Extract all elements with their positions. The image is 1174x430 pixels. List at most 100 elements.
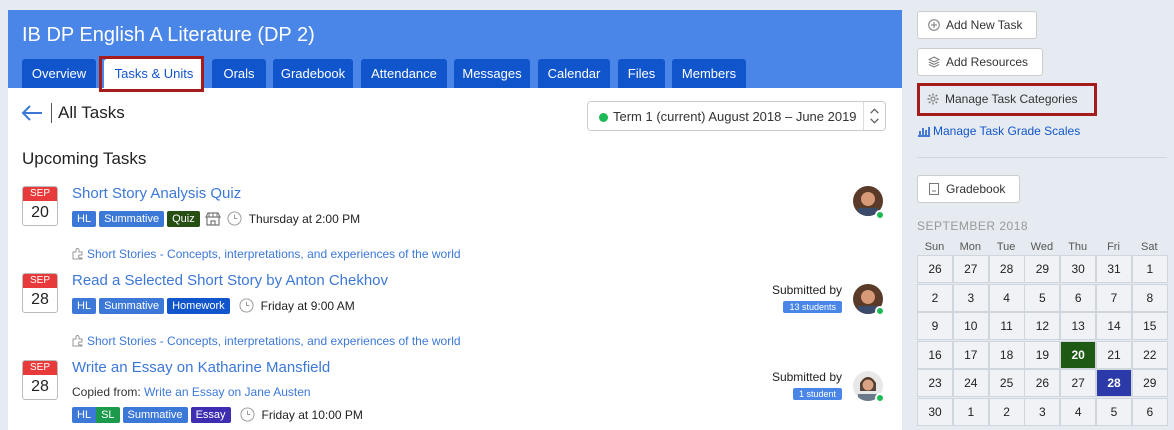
- calendar-day[interactable]: 26: [917, 255, 953, 283]
- task-unit-link[interactable]: Short Stories - Concepts, interpretation…: [72, 247, 461, 261]
- puzzle-icon: [72, 335, 83, 347]
- calendar-weekday: Tue: [996, 241, 1016, 253]
- bar-chart-icon: [918, 127, 930, 137]
- back-arrow-icon[interactable]: [21, 105, 43, 121]
- badge-hl: HL: [72, 297, 97, 314]
- calendar-day[interactable]: 30: [917, 398, 953, 426]
- calendar-day[interactable]: 3: [1024, 398, 1061, 426]
- calendar-day[interactable]: 4: [988, 283, 1025, 312]
- add-new-task-button[interactable]: Add New Task: [917, 11, 1037, 39]
- calendar-day[interactable]: 22: [1131, 340, 1168, 369]
- manage-grade-scales-link[interactable]: Manage Task Grade Scales: [917, 124, 1080, 138]
- badge-essay: Essay: [190, 406, 231, 423]
- course-card: IB DP English A Literature (DP 2) Overvi…: [8, 10, 902, 430]
- task-title-link[interactable]: Read a Selected Short Story by Anton Che…: [72, 272, 388, 289]
- calendar-day[interactable]: 12: [1024, 312, 1061, 341]
- calendar-day[interactable]: 14: [1096, 312, 1132, 341]
- tab-tasks-units[interactable]: Tasks & Units: [104, 59, 204, 88]
- tab-messages[interactable]: Messages: [454, 59, 530, 88]
- calendar-day[interactable]: 17: [952, 340, 989, 369]
- calendar-day[interactable]: 3: [952, 283, 989, 312]
- calendar-day[interactable]: 2: [917, 283, 953, 312]
- online-status-dot: [875, 393, 885, 403]
- gradebook-button[interactable]: Gradebook: [917, 175, 1020, 203]
- calendar-day[interactable]: 4: [1060, 398, 1097, 426]
- task-unit-label: Short Stories - Concepts, interpretation…: [87, 247, 461, 261]
- calendar-day[interactable]: 26: [1024, 369, 1061, 398]
- task-date-month: SEP: [23, 361, 57, 375]
- calendar-day[interactable]: 18: [988, 340, 1025, 369]
- calendar-day[interactable]: 1: [1131, 255, 1168, 283]
- clock-icon: [240, 407, 255, 422]
- task-date: SEP 20: [22, 186, 58, 226]
- add-new-task-label: Add New Task: [946, 18, 1023, 32]
- manage-task-categories-label: Manage Task Categories: [945, 92, 1078, 106]
- calendar-day[interactable]: 21: [1096, 340, 1132, 369]
- submitted-count-badge[interactable]: 13 students: [783, 301, 842, 313]
- gradebook-label: Gradebook: [946, 182, 1006, 196]
- add-resources-button[interactable]: Add Resources: [917, 48, 1043, 76]
- calendar-weekday: Mon: [959, 241, 981, 253]
- calendar-day[interactable]: 30: [1060, 255, 1097, 283]
- tab-orals[interactable]: Orals: [212, 59, 266, 88]
- calendar-day[interactable]: 10: [952, 312, 989, 341]
- store-icon: [204, 211, 221, 226]
- calendar-day[interactable]: 6: [1131, 398, 1168, 426]
- calendar-day[interactable]: 16: [917, 340, 953, 369]
- calendar-day[interactable]: 28: [988, 255, 1025, 283]
- tab-overview[interactable]: Overview: [22, 59, 96, 88]
- term-select[interactable]: Term 1 (current) August 2018 – June 2019: [587, 101, 886, 131]
- calendar-day[interactable]: 25: [988, 369, 1025, 398]
- calendar-day[interactable]: 20: [1060, 340, 1097, 369]
- badge-hl: HL: [72, 210, 97, 227]
- task-date-month: SEP: [23, 187, 57, 201]
- badge-summative: Summative: [99, 297, 165, 314]
- calendar-day[interactable]: 24: [952, 369, 989, 398]
- calendar-day[interactable]: 7: [1096, 283, 1132, 312]
- calendar-day[interactable]: 9: [917, 312, 953, 341]
- task-unit-link[interactable]: Short Stories - Concepts, interpretation…: [72, 334, 461, 348]
- calendar-day[interactable]: 19: [1024, 340, 1061, 369]
- tab-attendance[interactable]: Attendance: [361, 59, 447, 88]
- calendar-weekday: Thu: [1068, 241, 1088, 253]
- calendar-day[interactable]: 29: [1024, 255, 1061, 283]
- calendar-day[interactable]: 5: [1024, 283, 1061, 312]
- calendar-day[interactable]: 28: [1096, 369, 1132, 398]
- calendar-day[interactable]: 29: [1131, 369, 1168, 398]
- manage-task-categories-button[interactable]: Manage Task Categories: [917, 85, 1095, 113]
- calendar-day[interactable]: 15: [1131, 312, 1168, 341]
- calendar-day[interactable]: 6: [1060, 283, 1097, 312]
- task-title-link[interactable]: Write an Essay on Katharine Mansfield: [72, 359, 330, 376]
- calendar-day[interactable]: 2: [988, 398, 1025, 426]
- tab-calendar[interactable]: Calendar: [538, 59, 610, 88]
- task-date-day: 20: [31, 204, 49, 221]
- sidebar-divider: [917, 157, 1167, 158]
- calendar-day[interactable]: 13: [1060, 312, 1097, 341]
- calendar-day[interactable]: 31: [1096, 255, 1132, 283]
- tab-members[interactable]: Members: [672, 59, 746, 88]
- calendar-day[interactable]: 11: [988, 312, 1025, 341]
- task-title-link[interactable]: Short Story Analysis Quiz: [72, 185, 241, 202]
- manage-grade-scales-label: Manage Task Grade Scales: [933, 124, 1081, 138]
- submission-summary: Submitted by 13 students: [722, 283, 842, 315]
- clock-icon: [239, 298, 254, 313]
- copied-from-link[interactable]: Write an Essay on Jane Austen: [144, 385, 311, 399]
- calendar-title: SEPTEMBER 2018: [917, 219, 1029, 233]
- badge-quiz: Quiz: [167, 210, 200, 227]
- tab-gradebook[interactable]: Gradebook: [273, 59, 353, 88]
- submitted-count-badge[interactable]: 1 student: [792, 388, 842, 400]
- calendar-day[interactable]: 8: [1131, 283, 1168, 312]
- task-date-day: 28: [31, 378, 49, 395]
- task-meta: HL Summative Homework Friday at 9:00 AM: [72, 297, 355, 314]
- calendar-day[interactable]: 23: [917, 369, 953, 398]
- calendar-weekday: Wed: [1030, 241, 1054, 253]
- calendar-day[interactable]: 27: [1060, 369, 1097, 398]
- tab-files[interactable]: Files: [618, 59, 665, 88]
- calendar-day[interactable]: 1: [952, 398, 989, 426]
- submission-summary: Submitted by 1 student: [722, 370, 842, 402]
- task-item: SEP 20 Short Story Analysis Quiz HL Summ…: [22, 185, 885, 261]
- course-header: IB DP English A Literature (DP 2) Overvi…: [8, 10, 902, 88]
- calendar-day[interactable]: 5: [1096, 398, 1132, 426]
- calendar-day[interactable]: 27: [952, 255, 989, 283]
- task-date-month: SEP: [23, 274, 57, 288]
